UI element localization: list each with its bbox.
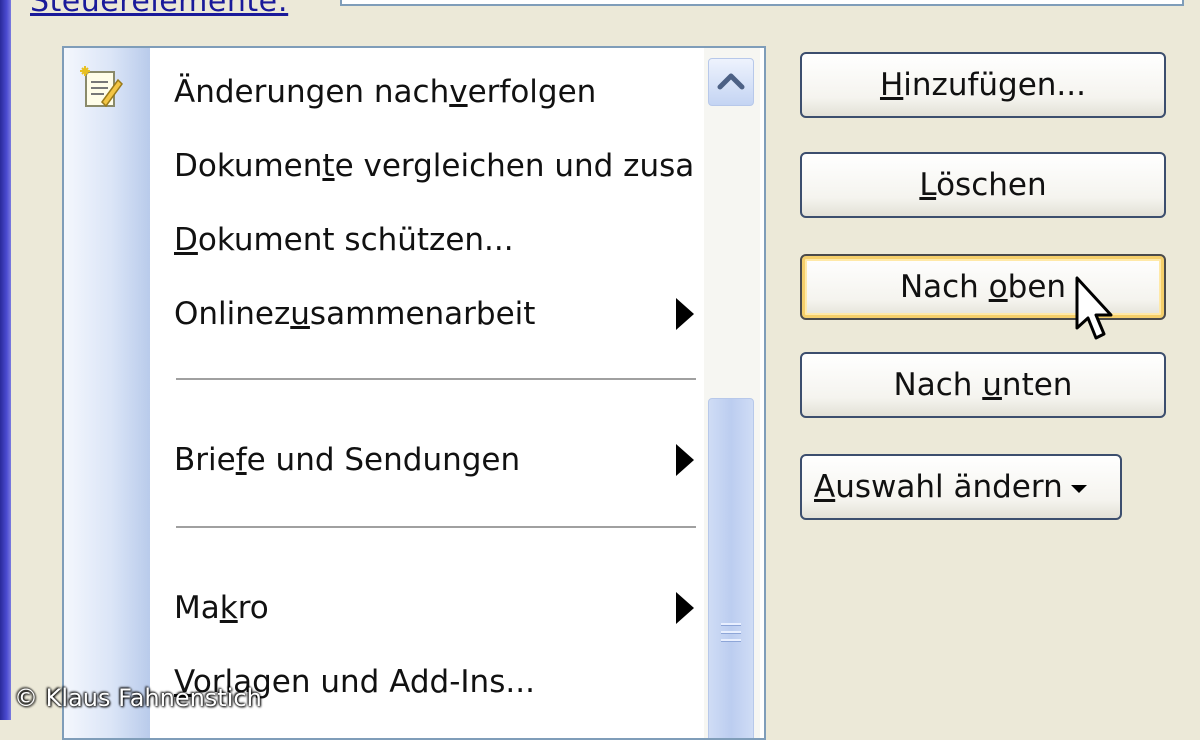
list-item-macro[interactable]: Makro [174,580,694,636]
list-item-letters-mailings[interactable]: Briefe und Sendungen [174,432,694,488]
add-button[interactable]: Hinzufügen... [800,52,1166,118]
dropdown-arrow-icon [1070,484,1087,493]
submenu-arrow-icon [676,444,694,476]
controls-field [340,0,1184,6]
submenu-arrow-icon [676,592,694,624]
list-separator [176,526,696,528]
scroll-up-button[interactable] [708,58,754,106]
list-item-online-collaboration[interactable]: Onlinezusammenarbeit [174,286,694,342]
delete-button[interactable]: Löschen [800,152,1166,218]
chevron-up-icon [717,73,745,90]
scroll-grip-line [721,631,741,634]
list-item-compare-documents[interactable]: Dokumente vergleichen und zusa [174,138,702,194]
submenu-arrow-icon [676,298,694,330]
copyright-watermark: © Klaus Fahnenstich [14,684,262,712]
list-separator [176,378,696,380]
scroll-grip-line [721,623,741,626]
scroll-grip-line [721,639,741,642]
modify-selection-button[interactable]: Auswahl ändern [800,454,1122,520]
controls-label: Steuerelemente: [30,0,289,19]
mouse-pointer-icon [1075,276,1113,340]
controls-listbox[interactable]: Änderungen nachverfolgen Dokumente vergl… [62,46,766,740]
vertical-scrollbar[interactable] [704,48,760,738]
list-item-protect-document[interactable]: Dokument schützen... [174,212,694,268]
move-down-button[interactable]: Nach unten [800,352,1166,418]
list-items: Änderungen nachverfolgen Dokumente vergl… [64,48,704,738]
scroll-thumb[interactable] [708,398,754,738]
window-frame-left [0,0,11,720]
list-item-track-changes[interactable]: Änderungen nachverfolgen [174,64,694,120]
